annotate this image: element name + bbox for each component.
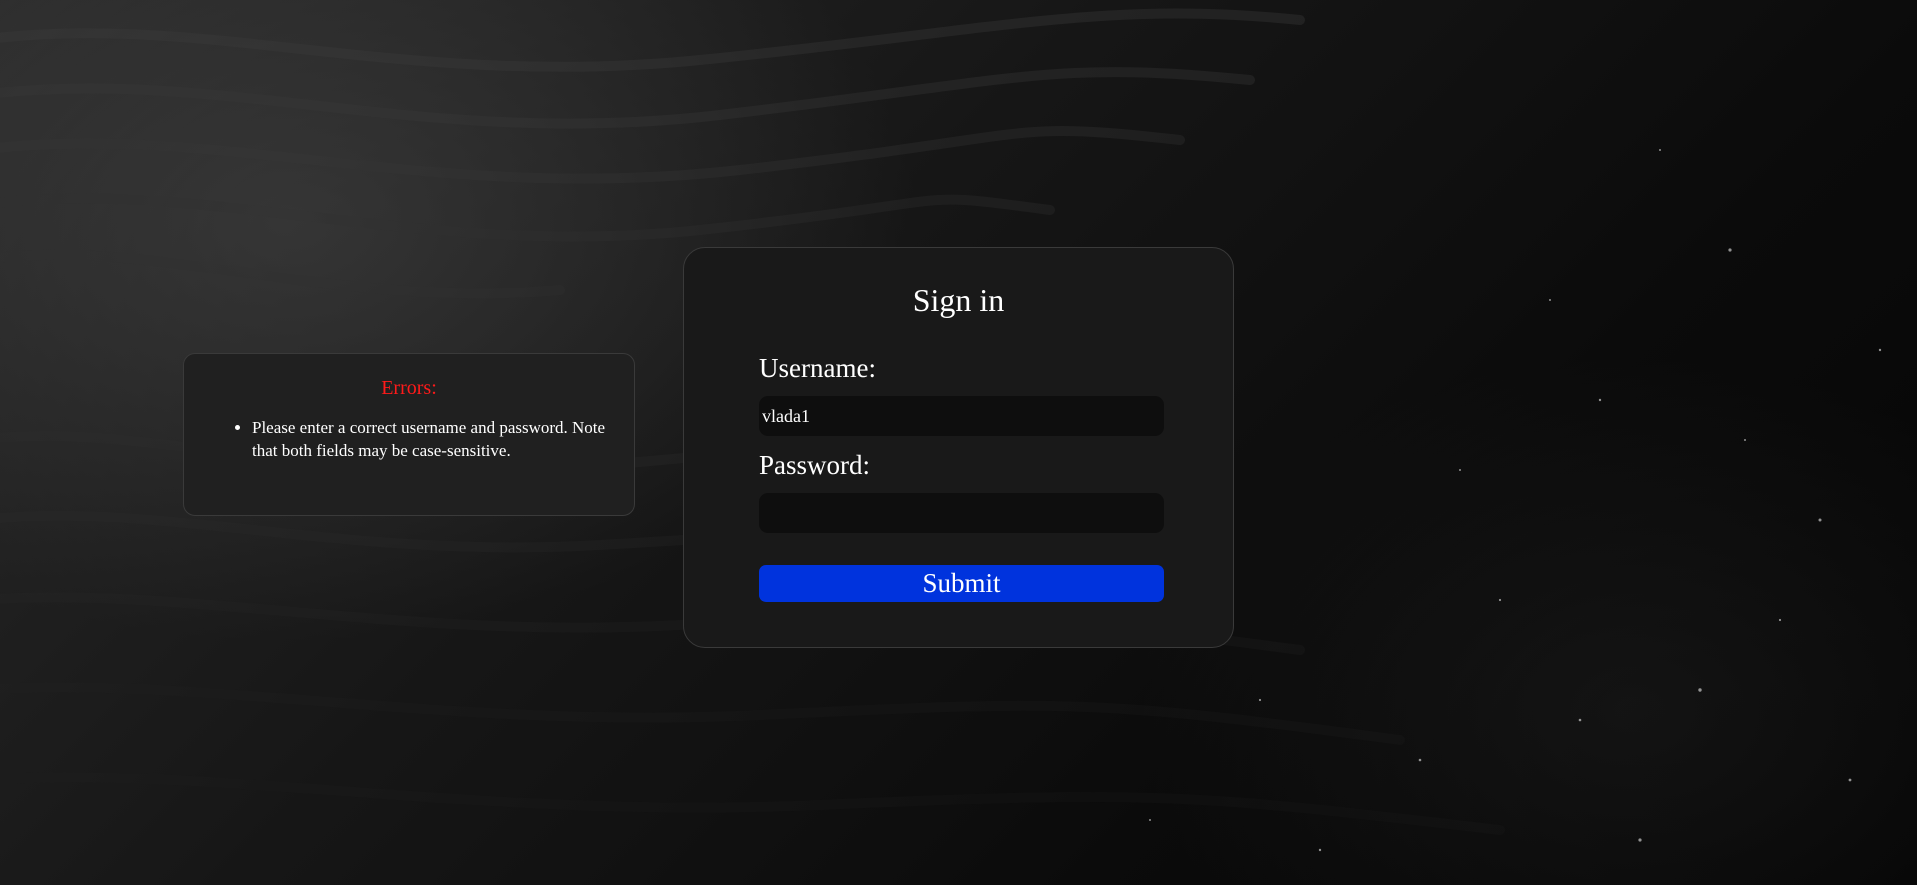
errors-title: Errors:	[381, 377, 437, 399]
signin-form: Sign in Username: Password: Submit	[683, 247, 1234, 648]
submit-button[interactable]: Submit	[759, 565, 1164, 602]
errors-panel: Errors: Please enter a correct username …	[183, 353, 635, 516]
error-message: Please enter a correct username and pass…	[252, 416, 612, 462]
username-label: Username:	[759, 353, 876, 383]
signin-title: Sign in	[912, 282, 1005, 318]
username-input[interactable]	[759, 396, 1164, 436]
password-label: Password:	[759, 450, 871, 480]
password-input[interactable]	[759, 493, 1164, 533]
errors-list: Please enter a correct username and pass…	[206, 416, 612, 462]
